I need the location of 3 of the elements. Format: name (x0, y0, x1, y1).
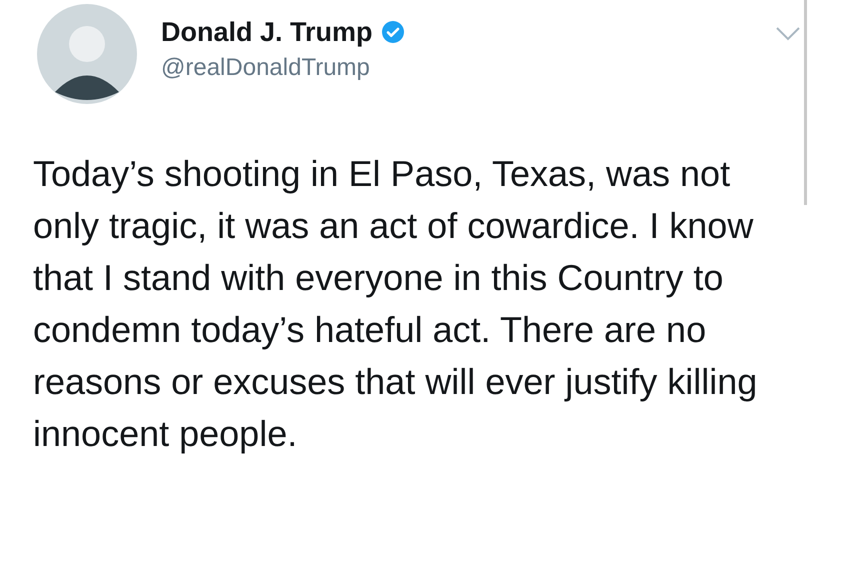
author-name[interactable]: Donald J. Trump (161, 12, 373, 52)
tweet-text: Today’s shooting in El Paso, Texas, was not only tragic, it was an act of cowardice. I know that I stand with everyone in this Country to condemn today’s hateful act. There are no reasons or excuses that will ever justify killing innocent people. (32, 152, 758, 456)
author-handle[interactable]: @realDonaldTrump (161, 52, 405, 82)
